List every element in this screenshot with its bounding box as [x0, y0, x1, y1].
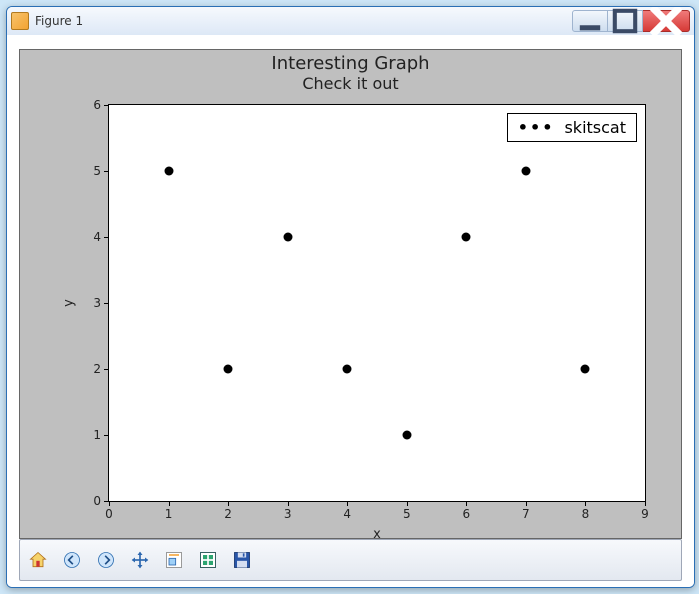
- figure-canvas[interactable]: Interesting Graph Check it out ••• skits…: [19, 49, 682, 539]
- y-tick: 5: [93, 164, 101, 178]
- window-controls: [572, 10, 690, 32]
- x-tick: 4: [343, 507, 351, 521]
- data-point: [462, 233, 471, 242]
- x-tick: 5: [403, 507, 411, 521]
- app-icon: [11, 12, 29, 30]
- legend[interactable]: ••• skitscat: [507, 113, 637, 142]
- save-button[interactable]: [226, 544, 258, 576]
- plot-title: Interesting Graph Check it out: [20, 54, 681, 93]
- data-point: [164, 167, 173, 176]
- x-tick: 6: [463, 507, 471, 521]
- y-axis-label: y: [62, 299, 77, 307]
- x-tick: 7: [522, 507, 530, 521]
- data-point: [224, 365, 233, 374]
- y-tick: 1: [93, 428, 101, 442]
- x-tick: 9: [641, 507, 649, 521]
- subplots-button[interactable]: [192, 544, 224, 576]
- plot-title-main: Interesting Graph: [20, 54, 681, 75]
- y-tick: 3: [93, 296, 101, 310]
- maximize-button[interactable]: [608, 10, 643, 32]
- x-tick: 0: [105, 507, 113, 521]
- legend-marker: •••: [518, 118, 555, 137]
- y-tick: 6: [93, 98, 101, 112]
- minimize-button[interactable]: [572, 10, 608, 32]
- client-area: Interesting Graph Check it out ••• skits…: [7, 35, 694, 587]
- nav-toolbar: [19, 539, 682, 581]
- close-button[interactable]: [643, 10, 690, 32]
- data-point: [521, 167, 530, 176]
- plot-axes[interactable]: ••• skitscat x y 01234567890123456: [108, 104, 646, 502]
- x-tick: 3: [284, 507, 292, 521]
- x-tick: 1: [165, 507, 173, 521]
- back-button[interactable]: [56, 544, 88, 576]
- y-tick: 4: [93, 230, 101, 244]
- x-tick: 8: [582, 507, 590, 521]
- plot-title-sub: Check it out: [20, 75, 681, 93]
- data-point: [402, 431, 411, 440]
- y-tick: 2: [93, 362, 101, 376]
- window-title: Figure 1: [35, 14, 83, 28]
- forward-button[interactable]: [90, 544, 122, 576]
- figure-window: Figure 1 Interesting Graph Check it out …: [6, 6, 695, 588]
- x-tick: 2: [224, 507, 232, 521]
- home-button[interactable]: [22, 544, 54, 576]
- zoom-button[interactable]: [158, 544, 190, 576]
- data-point: [343, 365, 352, 374]
- titlebar[interactable]: Figure 1: [7, 7, 694, 36]
- legend-label: skitscat: [564, 118, 626, 137]
- data-point: [581, 365, 590, 374]
- pan-button[interactable]: [124, 544, 156, 576]
- data-point: [283, 233, 292, 242]
- y-tick: 0: [93, 494, 101, 508]
